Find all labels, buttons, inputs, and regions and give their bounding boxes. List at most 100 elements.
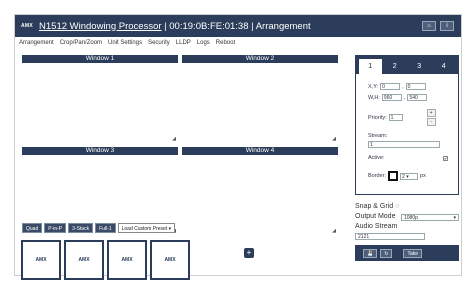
device-name-link[interactable]: N1512 Windowing Processor <box>39 21 162 32</box>
audio-stream-label-row: Audio Stream <box>355 223 397 230</box>
priority-row: Priority: 1 + - <box>368 109 436 126</box>
menu-unit-settings[interactable]: Unit Settings <box>108 40 142 50</box>
title-details: | 00:19:0B:FE:01:38 | Arrangement <box>161 20 311 32</box>
xy-label: X,Y: <box>368 83 379 90</box>
refresh-icon: ↻ <box>384 250 389 257</box>
app: AMX N1512 Windowing Processor | 00:19:0B… <box>0 0 472 282</box>
brand-logo: AMX <box>21 23 34 29</box>
xy-row: X,Y: 0 , 0 <box>368 83 426 90</box>
border-color-swatch[interactable] <box>388 171 399 181</box>
snap-grid-toggle-icon[interactable]: ○ <box>395 203 399 210</box>
window-4-title[interactable]: Window 4 <box>182 147 338 155</box>
active-checkbox[interactable]: ✔ <box>443 155 448 161</box>
priority-up-button[interactable]: + <box>426 109 436 117</box>
output-mode-label: Output Mode <box>355 213 396 220</box>
chevron-down-icon: ▾ <box>168 226 172 232</box>
resize-grip-icon[interactable]: ◢ <box>172 136 176 142</box>
layout-full-1-button[interactable]: Full-1 <box>95 223 116 233</box>
window-3-title[interactable]: Window 3 <box>22 147 178 155</box>
window-4[interactable]: Window 4 ◢ <box>182 147 338 235</box>
window-1-title[interactable]: Window 1 <box>22 55 178 63</box>
priority-label: Priority: <box>368 114 387 121</box>
add-source-button[interactable]: + <box>244 248 254 258</box>
source-thumbnail-3[interactable]: AMX <box>107 240 147 280</box>
h-input[interactable]: 540 <box>407 94 428 101</box>
info-button[interactable]: i <box>440 21 454 31</box>
priority-stepper: + - <box>426 109 436 126</box>
border-row: Border: 2 ▾ px <box>368 171 426 181</box>
amx-logo: AMX <box>78 257 90 263</box>
snap-grid-label: Snap & Grid <box>355 203 394 210</box>
audio-stream-input[interactable]: 2121 <box>355 233 425 240</box>
border-unit: px <box>420 173 426 179</box>
amx-logo: AMX <box>164 257 176 263</box>
menu-security[interactable]: Security <box>148 40 170 50</box>
save-button[interactable]: 💾 <box>363 248 378 258</box>
take-button[interactable]: Take <box>403 248 422 258</box>
active-row: Active: ✔ <box>368 155 448 161</box>
window-2[interactable]: Window 2 ◢ <box>182 55 338 143</box>
save-icon: 💾 <box>367 250 374 257</box>
plus-icon: + <box>246 248 252 257</box>
separator-comma: , <box>402 83 404 90</box>
home-button[interactable]: ⌂ <box>422 21 436 31</box>
resize-grip-icon[interactable]: ◢ <box>332 136 336 142</box>
chevron-down-icon: ▾ <box>406 173 409 180</box>
wh-label: W,H: <box>368 94 380 101</box>
source-thumbnail-1[interactable]: AMX <box>21 240 61 280</box>
resize-grip-icon[interactable]: ◢ <box>332 228 336 234</box>
window-properties-panel: 1 2 3 4 X,Y: 0 , 0 W,H: 960 , 540 Priori… <box>355 55 459 195</box>
menu-reboot[interactable]: Reboot <box>216 40 235 50</box>
layout-quad-button[interactable]: Quad <box>22 223 43 233</box>
priority-down-button[interactable]: - <box>426 118 436 126</box>
preset-select-value: Load Custom Preset <box>121 226 168 232</box>
info-icon: i <box>446 23 448 29</box>
amx-logo: AMX <box>121 257 133 263</box>
y-input[interactable]: 0 <box>405 83 426 90</box>
wh-row: W,H: 960 , 540 <box>368 94 428 101</box>
window-tabs: 1 2 3 4 <box>356 56 458 74</box>
audio-stream-label: Audio Stream <box>355 223 398 230</box>
output-mode-value: 1080p <box>404 215 418 221</box>
output-mode-row: Output Mode <box>355 213 395 220</box>
border-width-value: 2 <box>402 173 405 180</box>
source-thumbnail-4[interactable]: AMX <box>150 240 190 280</box>
layout-pip-button[interactable]: P-in-P <box>44 223 67 233</box>
tab-window-2[interactable]: 2 <box>383 59 406 74</box>
source-thumbnail-2[interactable]: AMX <box>64 240 104 280</box>
menu-arrangement[interactable]: Arrangement <box>19 40 54 50</box>
tab-window-1[interactable]: 1 <box>359 59 382 74</box>
source-thumbnails: AMX AMX AMX AMX <box>21 240 190 280</box>
active-label: Active: <box>368 155 385 161</box>
menu-lldp[interactable]: LLDP <box>176 40 191 50</box>
refresh-button[interactable]: ↻ <box>380 248 393 258</box>
window-2-title[interactable]: Window 2 <box>182 55 338 63</box>
tab-window-3[interactable]: 3 <box>408 59 431 74</box>
snap-grid-row: Snap & Grid ○ <box>355 203 399 210</box>
home-icon: ⌂ <box>427 23 431 29</box>
border-label: Border: <box>368 173 387 179</box>
separator-comma: , <box>403 94 406 101</box>
x-input[interactable]: 0 <box>380 83 401 90</box>
w-input[interactable]: 960 <box>381 94 402 101</box>
border-width-select[interactable]: 2 ▾ <box>400 172 419 180</box>
app-frame: AMX N1512 Windowing Processor | 00:19:0B… <box>14 14 462 280</box>
stream-input[interactable]: 1 <box>368 141 440 148</box>
tab-window-4[interactable]: 4 <box>432 59 455 74</box>
window-3[interactable]: Window 3 ◢ <box>22 147 178 235</box>
amx-logo: AMX <box>35 257 47 263</box>
chevron-down-icon: ▾ <box>453 215 456 221</box>
page-title: N1512 Windowing Processor | 00:19:0B:FE:… <box>39 21 311 32</box>
menu-crop-pan-zoom[interactable]: Crop/Pan/Zoom <box>60 40 102 50</box>
layout-3-stack-button[interactable]: 3-Stack <box>68 223 94 233</box>
preset-select[interactable]: Load Custom Preset ▾ <box>117 223 176 233</box>
action-bar: 💾 ↻ Take <box>355 245 459 261</box>
main-menu: Arrangement Crop/Pan/Zoom Unit Settings … <box>19 40 235 50</box>
stream-label: Stream: <box>368 133 388 139</box>
priority-input[interactable]: 1 <box>388 114 403 121</box>
layout-toolbar: Quad P-in-P 3-Stack Full-1 Load Custom P… <box>22 223 176 233</box>
arrangement-canvas: Window 1 ◢ Window 2 ◢ Window 3 ◢ Window … <box>22 55 342 235</box>
window-1[interactable]: Window 1 ◢ <box>22 55 178 143</box>
menu-logs[interactable]: Logs <box>197 40 210 50</box>
output-mode-select[interactable]: 1080p ▾ <box>401 214 459 221</box>
